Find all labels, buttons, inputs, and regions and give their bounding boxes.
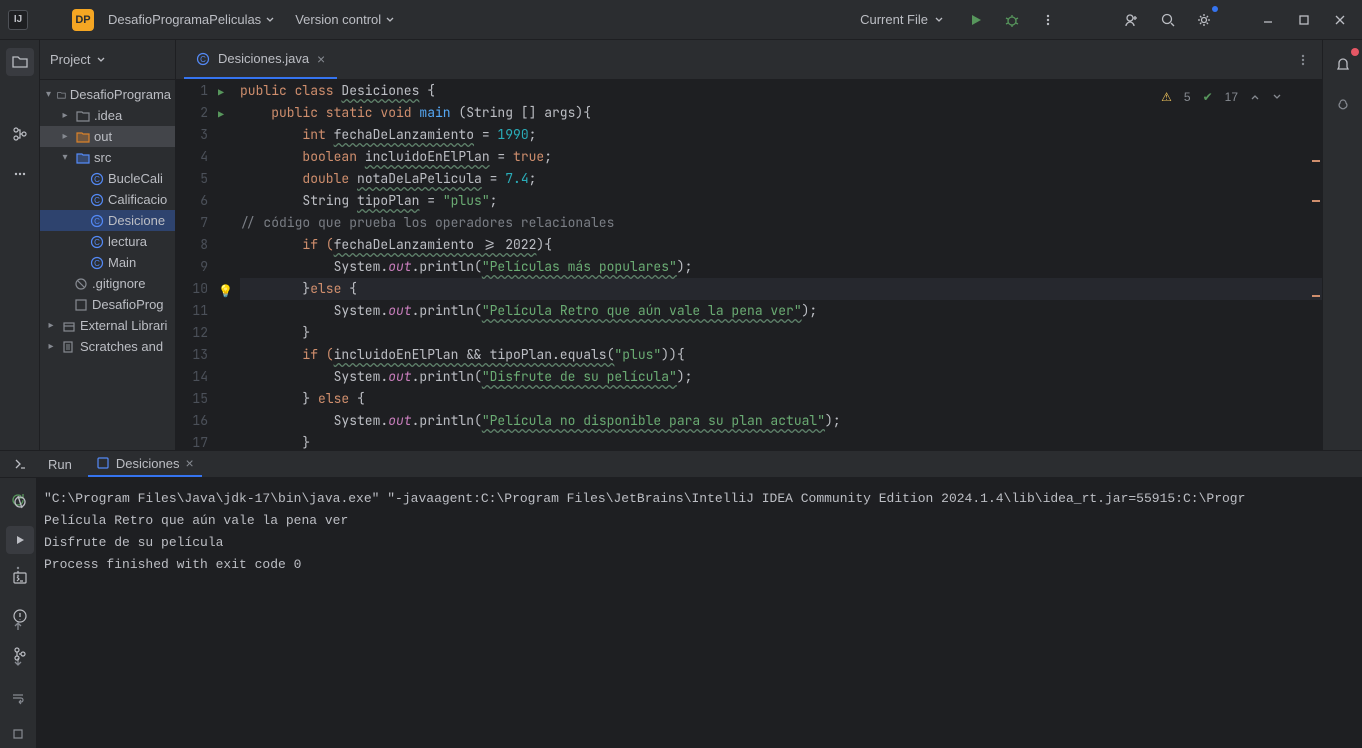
debug-button[interactable] [998,6,1026,34]
tree-file-calif[interactable]: CCalificacio [40,189,175,210]
terminal-button[interactable] [6,564,34,592]
project-tree: ▾DesafioPrograma ▸.idea ▸out ▾src CBucle… [40,80,175,450]
tree-external-libs[interactable]: ▸External Librari [40,315,175,336]
tab-label: Desiciones.java [218,51,309,66]
code-editor[interactable]: 1 2 3 4 5 6 7 8 9 10 11 12 13 14 15 16 1… [176,80,1322,450]
svg-text:C: C [94,238,100,247]
tab-close-button[interactable]: × [317,51,325,67]
git-button[interactable] [6,640,34,668]
svg-text:C: C [94,196,100,205]
right-tool-strip [1322,40,1362,450]
soft-wrap-button[interactable] [4,684,32,712]
tree-file-bucle[interactable]: CBucleCali [40,168,175,189]
run-main-icon[interactable]: ▶ [218,104,224,126]
services-button[interactable] [6,450,34,478]
todo-button[interactable] [6,488,34,516]
project-name-label: DesafioProgramaPeliculas [108,12,261,27]
project-panel: Project ▾DesafioPrograma ▸.idea ▸out ▾sr… [40,40,176,450]
run-config-icon [96,456,110,470]
run-subtab-label: Desiciones [116,456,180,471]
warning-count: 5 [1184,86,1191,108]
run-tabs: Run Desiciones × [0,451,1362,478]
tree-file-main[interactable]: CMain [40,252,175,273]
tree-src[interactable]: ▾src [40,147,175,168]
title-bar: IJ DP DesafioProgramaPeliculas Version c… [0,0,1362,40]
code-with-me-button[interactable] [1118,6,1146,34]
gutter-icons: ▶ ▶ 💡 [216,80,236,450]
svg-text:C: C [200,55,206,64]
run-tool-window: Run Desiciones × "C:\Program Files\Java\… [0,450,1362,682]
chevron-down-icon [96,55,106,65]
vcs-label: Version control [295,12,381,27]
inspection-status[interactable]: ⚠ 5 ✔ 17 [1161,86,1282,108]
tree-root[interactable]: ▾DesafioPrograma [40,84,175,105]
run-config-selector[interactable]: Current File [850,8,954,31]
tree-scratches[interactable]: ▸Scratches and [40,336,175,357]
project-badge: DP [72,9,94,31]
java-class-icon: C [196,52,210,66]
tree-idea[interactable]: ▸.idea [40,105,175,126]
check-count: 17 [1225,86,1238,108]
settings-button[interactable] [1190,6,1218,34]
structure-tool-button[interactable] [6,120,34,148]
run-config-label: Current File [860,12,928,27]
main-menu-button[interactable] [36,6,64,34]
scroll-end-button[interactable] [4,720,32,748]
more-tools-button[interactable] [6,160,34,188]
run-subtab-desiciones[interactable]: Desiciones × [88,451,202,477]
editor-tab-desiciones[interactable]: C Desiciones.java × [184,40,337,79]
tree-file-desiciones[interactable]: CDesicione [40,210,175,231]
svg-text:C: C [94,259,100,268]
code-content[interactable]: public class Desiciones { public static … [236,80,1322,450]
intention-bulb-icon[interactable]: 💡 [218,280,233,302]
tab-more-button[interactable] [1294,46,1322,74]
run-class-icon[interactable]: ▶ [218,82,224,104]
project-selector[interactable]: DesafioProgramaPeliculas [102,8,281,31]
vcs-selector[interactable]: Version control [289,8,401,31]
tree-file-lectura[interactable]: Clectura [40,231,175,252]
tree-iml[interactable]: DesafioProg [40,294,175,315]
run-tab-label[interactable]: Run [48,457,72,472]
problems-button[interactable] [6,602,34,630]
notifications-button[interactable] [1329,50,1357,78]
svg-text:C: C [94,175,100,184]
warning-icon: ⚠ [1161,86,1172,108]
left-bottom-strip [0,450,40,682]
maximize-button[interactable] [1290,6,1318,34]
close-button[interactable] [1326,6,1354,34]
chevron-down-icon [934,15,944,25]
console-output[interactable]: "C:\Program Files\Java\jdk-17\bin\java.e… [36,478,1362,748]
nav-up-icon[interactable] [1250,92,1260,102]
run-tab-close[interactable]: × [185,455,193,471]
editor-tab-bar: C Desiciones.java × [176,40,1322,80]
svg-text:C: C [94,217,100,226]
check-icon: ✔ [1203,86,1213,108]
chevron-down-icon [385,15,395,25]
tree-gitignore[interactable]: .gitignore [40,273,175,294]
tree-out[interactable]: ▸out [40,126,175,147]
run-button[interactable] [962,6,990,34]
nav-down-icon[interactable] [1272,92,1282,102]
project-panel-title: Project [50,52,90,67]
project-panel-header[interactable]: Project [40,40,175,80]
line-numbers: 1 2 3 4 5 6 7 8 9 10 11 12 13 14 15 16 1… [176,80,216,450]
search-button[interactable] [1154,6,1182,34]
project-tool-button[interactable] [6,48,34,76]
left-tool-strip [0,40,40,450]
run-tool-strip-button[interactable] [6,526,34,554]
minimize-button[interactable] [1254,6,1282,34]
chevron-down-icon [265,15,275,25]
ai-assistant-button[interactable] [1329,92,1357,120]
editor-area: C Desiciones.java × 1 2 3 4 5 6 7 8 9 10… [176,40,1322,450]
more-actions-button[interactable] [1034,6,1062,34]
intellij-logo: IJ [8,10,28,30]
